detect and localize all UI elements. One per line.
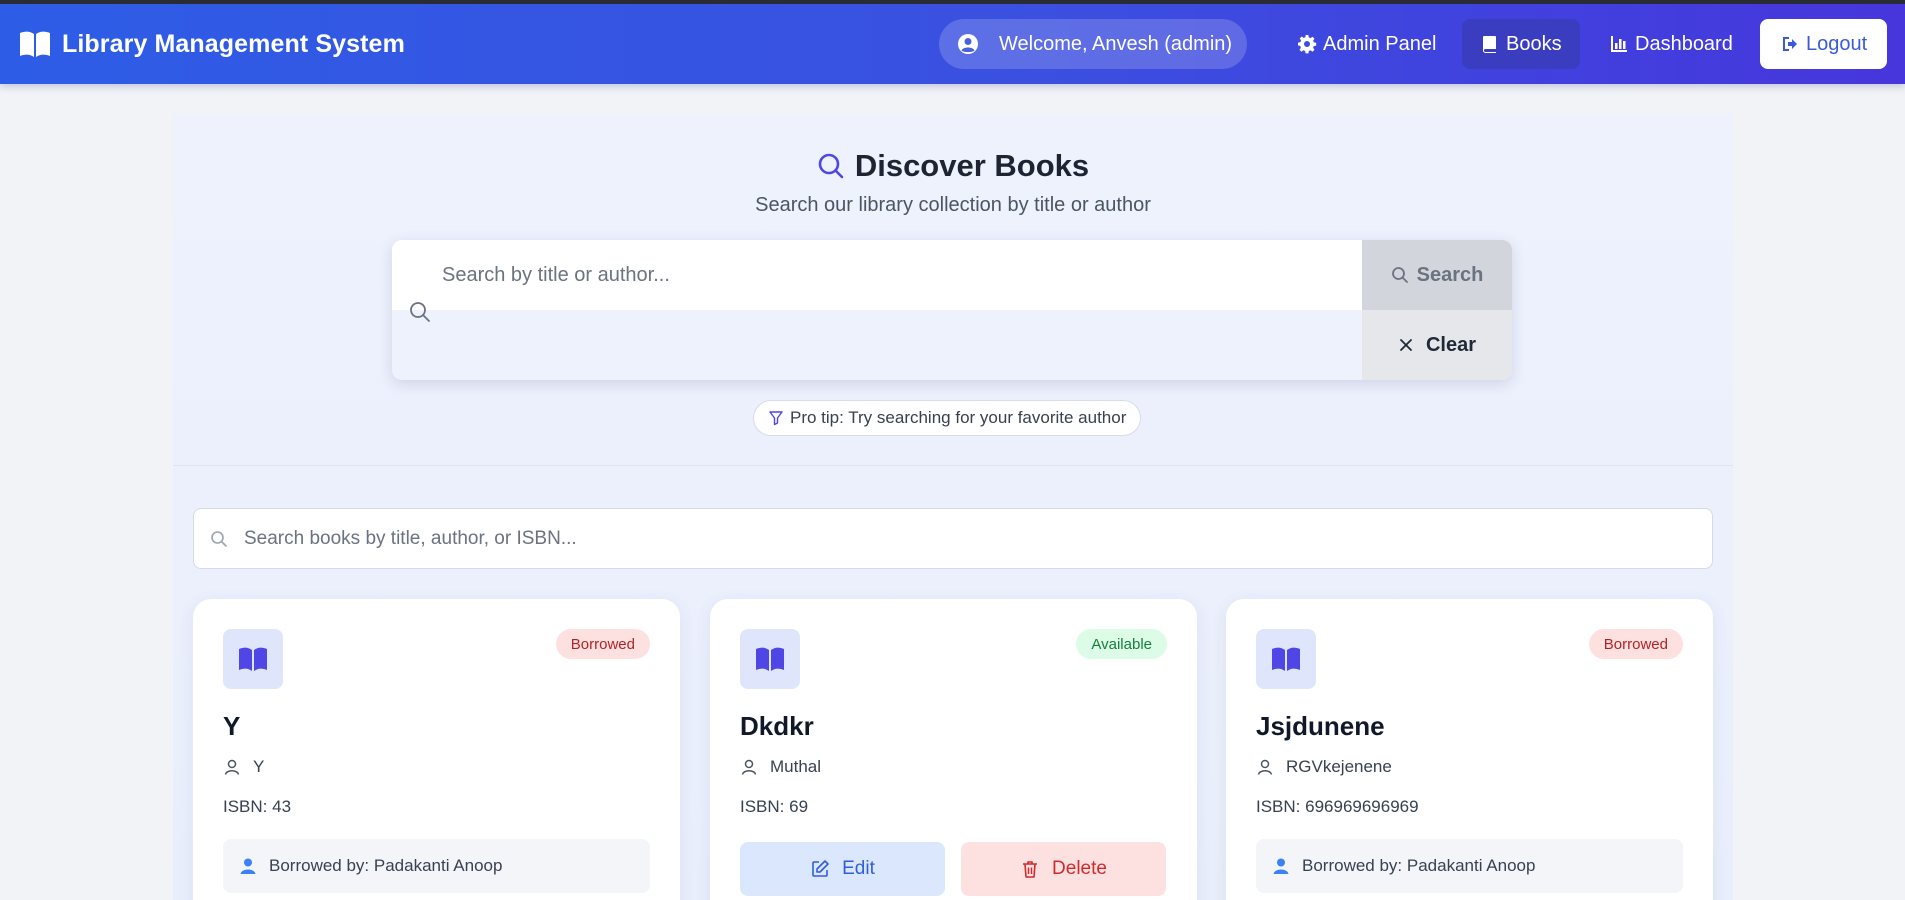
book-author: RGVkejenene: [1256, 757, 1392, 777]
search-input-wrap: [392, 240, 1362, 310]
logout-button[interactable]: Logout: [1760, 19, 1888, 69]
user-icon: [224, 759, 240, 775]
clear-button[interactable]: Clear: [1362, 310, 1512, 380]
borrowed-by-info: Borrowed by: Padakanti Anoop: [1256, 839, 1683, 893]
nav-dashboard[interactable]: Dashboard: [1589, 19, 1753, 69]
book-isbn: ISBN: 69: [740, 797, 809, 816]
discover-section: Discover Books Search our library collec…: [173, 114, 1733, 466]
navbar: Library Management System Welcome, Anves…: [0, 4, 1905, 84]
book-icon-tile: [1256, 629, 1316, 689]
user-icon: [1273, 858, 1289, 874]
book-icon: [1483, 36, 1496, 53]
page-subtitle: Search our library collection by title o…: [755, 194, 1151, 216]
search-icon: [410, 302, 430, 322]
nav-admin-panel[interactable]: Admin Panel: [1277, 19, 1456, 69]
book-open-icon: [239, 647, 267, 671]
status-badge: Available: [1076, 629, 1167, 659]
book-author: Y: [223, 757, 264, 777]
edit-icon: [812, 860, 829, 877]
borrowed-by-text: Borrowed by: Padakanti Anoop: [1302, 856, 1536, 875]
app-title: Library Management System: [62, 29, 405, 58]
nav-books[interactable]: Books: [1462, 19, 1580, 69]
page-title: Discover Books: [173, 148, 1733, 184]
user-icon: [240, 858, 256, 874]
user-icon: [1257, 759, 1273, 775]
book-isbn: ISBN: 696969696969: [1256, 797, 1419, 816]
user-icon: [741, 759, 757, 775]
filter-icon: [769, 411, 783, 426]
search-input[interactable]: [442, 260, 1342, 290]
nav-books-label: Books: [1506, 32, 1562, 55]
search-icon: [1391, 267, 1408, 283]
book-filter: [193, 508, 1713, 569]
close-icon: [1400, 339, 1412, 351]
books-panel: Discover Books Search our library collec…: [173, 114, 1733, 900]
brand[interactable]: Library Management System: [18, 28, 405, 60]
book-author-name: Muthal: [770, 757, 822, 776]
search-icon: [211, 531, 227, 547]
search-button-label: Search: [1416, 263, 1484, 286]
nav-dashboard-label: Dashboard: [1635, 32, 1733, 55]
book-author-name: RGVkejenene: [1286, 757, 1392, 776]
borrowed-by-info: Borrowed by: Padakanti Anoop: [223, 839, 650, 893]
welcome-text: Welcome, Anvesh (admin): [999, 32, 1233, 55]
book-open-icon: [756, 647, 784, 671]
book-icon-tile: [740, 629, 800, 689]
logout-icon: [1783, 37, 1797, 51]
chart-icon: [1611, 36, 1627, 52]
pro-tip-text: Pro tip: Try searching for your favorite…: [790, 408, 1127, 427]
clear-button-label: Clear: [1425, 333, 1477, 356]
user-circle-icon: [958, 34, 978, 54]
logout-label: Logout: [1806, 32, 1868, 55]
book-card: Borrowed Y Y ISBN: 43 Borrowed by: Padak…: [193, 599, 680, 900]
book-icon-tile: [223, 629, 283, 689]
book-title: Dkdkr: [740, 711, 814, 741]
book-title: Jsjdunene: [1256, 711, 1385, 741]
search-icon: [818, 153, 844, 179]
book-isbn: ISBN: 43: [223, 797, 292, 816]
gear-icon: [1298, 35, 1317, 54]
page-title-text: Discover Books: [854, 148, 1090, 183]
pro-tip-badge: Pro tip: Try searching for your favorite…: [753, 400, 1142, 436]
book-filter-input[interactable]: [244, 524, 1684, 554]
book-author-name: Y: [253, 757, 265, 776]
book-title: Y: [223, 711, 241, 741]
edit-label: Edit: [842, 858, 875, 879]
book-card: Available Dkdkr Muthal ISBN: 69 Edit Del…: [710, 599, 1197, 900]
delete-button[interactable]: Delete: [961, 842, 1166, 896]
search-box: Search Clear: [392, 240, 1512, 380]
borrowed-by-text: Borrowed by: Padakanti Anoop: [269, 856, 503, 875]
book-open-icon: [20, 31, 50, 57]
nav-admin-label: Admin Panel: [1323, 32, 1437, 55]
book-card: Borrowed Jsjdunene RGVkejenene ISBN: 696…: [1226, 599, 1713, 900]
edit-button[interactable]: Edit: [740, 842, 945, 896]
delete-label: Delete: [1052, 858, 1107, 879]
search-button[interactable]: Search: [1362, 240, 1512, 310]
book-open-icon: [1272, 647, 1300, 671]
status-badge: Borrowed: [555, 629, 650, 659]
book-author: Muthal: [740, 757, 821, 777]
trash-icon: [1023, 861, 1038, 878]
welcome-badge: Welcome, Anvesh (admin): [939, 19, 1247, 69]
status-badge: Borrowed: [1588, 629, 1683, 659]
